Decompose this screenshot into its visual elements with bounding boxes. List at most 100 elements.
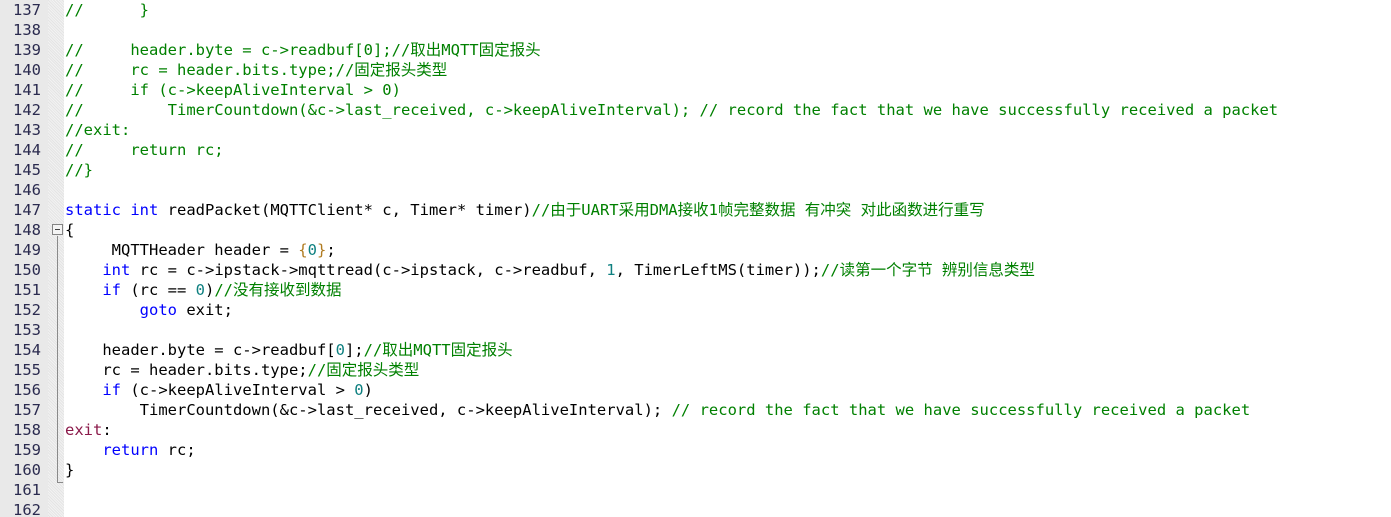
code-token: ; — [326, 241, 336, 259]
line-text[interactable]: header.byte = c->readbuf[0];//取出MQTT固定报头 — [65, 340, 513, 360]
line-text[interactable]: rc = header.bits.type;//固定报头类型 — [65, 360, 419, 380]
code-line[interactable]: 149 MQTTHeader header = {0}; — [0, 240, 1391, 260]
line-text[interactable]: } — [65, 460, 74, 480]
code-line[interactable]: 152 goto exit; — [0, 300, 1391, 320]
line-text[interactable]: { — [65, 220, 74, 240]
code-token: int — [102, 261, 131, 279]
code-line[interactable]: 159 return rc; — [0, 440, 1391, 460]
code-line[interactable]: 145 //} — [0, 160, 1391, 180]
code-token: 0 — [335, 341, 345, 359]
code-line[interactable]: 141 // if (c->keepAliveInterval > 0) — [0, 80, 1391, 100]
code-token: //取出MQTT固定报头 — [363, 341, 513, 359]
code-token: //exit: — [65, 121, 131, 139]
code-line[interactable]: 162 — [0, 500, 1391, 517]
code-token: //没有接收到数据 — [214, 281, 342, 299]
line-text[interactable]: // return rc; — [65, 140, 224, 160]
code-line[interactable]: 155 rc = header.bits.type;//固定报头类型 — [0, 360, 1391, 380]
line-number: 150 — [13, 261, 41, 279]
line-text[interactable]: MQTTHeader header = {0}; — [65, 240, 336, 260]
code-token: { — [298, 241, 308, 259]
code-line[interactable]: 150 int rc = c->ipstack->mqttread(c->ips… — [0, 260, 1391, 280]
code-token: if — [102, 281, 121, 299]
code-token: //} — [65, 161, 93, 179]
code-line[interactable]: 137 // } — [0, 0, 1391, 20]
code-token: static — [65, 201, 121, 219]
code-line[interactable]: 143 //exit: — [0, 120, 1391, 140]
line-text[interactable]: // rc = header.bits.type;//固定报头类型 — [65, 60, 447, 80]
code-editor[interactable]: 137 // } 138 139 // header.byte = c->readbuf… — [0, 0, 1391, 517]
code-token: rc; — [158, 441, 196, 459]
line-number: 146 — [13, 181, 41, 199]
code-line[interactable]: 140 // rc = header.bits.type;//固定报头类型 — [0, 60, 1391, 80]
code-token: rc = c->ipstack->mqttread(c->ipstack, c-… — [130, 261, 607, 279]
line-text[interactable]: // header.byte = c->readbuf[0];//取出MQTT固… — [65, 40, 541, 60]
code-line[interactable]: 139 // header.byte = c->readbuf[0];//取出MQ… — [0, 40, 1391, 60]
code-token: //固定报头类型 — [307, 361, 420, 379]
line-number: 149 — [13, 241, 41, 259]
line-text[interactable]: // } — [65, 0, 149, 20]
line-number: 137 — [13, 1, 41, 19]
code-token: readPacket(MQTTClient* c, Timer* timer) — [158, 201, 532, 219]
code-token: ]; — [344, 341, 364, 359]
code-token: 0 — [195, 281, 205, 299]
line-number: 158 — [13, 421, 41, 439]
line-text[interactable]: exit: — [65, 420, 112, 440]
code-token: TimerCountdown(&c->last_received, c->kee… — [65, 401, 672, 419]
code-line[interactable]: 154 header.byte = c->readbuf[0];//取出MQTT… — [0, 340, 1391, 360]
line-number: 155 — [13, 361, 41, 379]
line-text[interactable]: goto exit; — [65, 300, 233, 320]
code-line[interactable]: 146 — [0, 180, 1391, 200]
code-token: MQTTHeader header = — [65, 241, 299, 259]
line-text[interactable]: //} — [65, 160, 93, 180]
line-number: 140 — [13, 61, 41, 79]
code-content[interactable]: 137 // } 138 139 // header.byte = c->readbuf… — [0, 0, 1391, 517]
line-number: 160 — [13, 461, 41, 479]
line-number: 162 — [13, 501, 41, 517]
line-text[interactable]: // TimerCountdown(&c->last_received, c->… — [65, 100, 1278, 120]
code-token: // if (c->keepAliveInterval > 0) — [65, 81, 401, 99]
code-line[interactable]: 153 — [0, 320, 1391, 340]
line-number: 147 — [13, 201, 41, 219]
code-line[interactable]: 156 if (c->keepAliveInterval > 0) — [0, 380, 1391, 400]
code-token: ) — [205, 281, 215, 299]
code-line[interactable]: 147 static int readPacket(MQTTClient* c, … — [0, 200, 1391, 220]
code-token: (c->keepAliveInterval > — [121, 381, 355, 399]
code-token: rc = header.bits.type; — [65, 361, 308, 379]
line-number: 139 — [13, 41, 41, 59]
line-text[interactable]: //exit: — [65, 120, 130, 140]
code-token: // rc = header.bits.type;//固定报头类型 — [65, 61, 448, 79]
code-line[interactable]: 138 — [0, 20, 1391, 40]
line-text[interactable]: return rc; — [65, 440, 196, 460]
code-line[interactable]: 144 // return rc; — [0, 140, 1391, 160]
code-line[interactable]: 157 TimerCountdown(&c->last_received, c-… — [0, 400, 1391, 420]
line-text[interactable]: // if (c->keepAliveInterval > 0) — [65, 80, 401, 100]
line-text[interactable]: if (rc == 0)//没有接收到数据 — [65, 280, 342, 300]
code-line[interactable]: 158 exit: — [0, 420, 1391, 440]
code-line[interactable]: 160} — [0, 460, 1391, 480]
line-number: 148 — [13, 221, 41, 239]
code-token: { — [65, 221, 75, 239]
line-number: 161 — [13, 481, 41, 499]
line-text[interactable]: TimerCountdown(&c->last_received, c->kee… — [65, 400, 1251, 420]
code-token: //读第一个字节 辨别信息类型 — [820, 261, 1035, 279]
code-line[interactable]: 151 if (rc == 0)//没有接收到数据 — [0, 280, 1391, 300]
code-line[interactable]: 148 { — [0, 220, 1391, 240]
line-text[interactable]: static int readPacket(MQTTClient* c, Tim… — [65, 200, 985, 220]
code-line[interactable]: 161 — [0, 480, 1391, 500]
code-token: 1 — [606, 261, 616, 279]
code-line[interactable]: 142 // TimerCountdown(&c->last_received, … — [0, 100, 1391, 120]
line-number: 151 — [13, 281, 41, 299]
line-text[interactable]: if (c->keepAliveInterval > 0) — [65, 380, 373, 400]
code-token: return — [102, 441, 159, 459]
code-token: 0 — [354, 381, 364, 399]
code-token: int — [130, 201, 159, 219]
line-number: 138 — [13, 21, 41, 39]
code-token: // record the fact that we have successf… — [671, 401, 1251, 419]
code-token: ) — [363, 381, 373, 399]
code-token: // — [65, 1, 140, 19]
code-token: goto — [139, 301, 177, 319]
line-text[interactable]: int rc = c->ipstack->mqttread(c->ipstack… — [65, 260, 1035, 280]
code-token: } — [65, 461, 75, 479]
